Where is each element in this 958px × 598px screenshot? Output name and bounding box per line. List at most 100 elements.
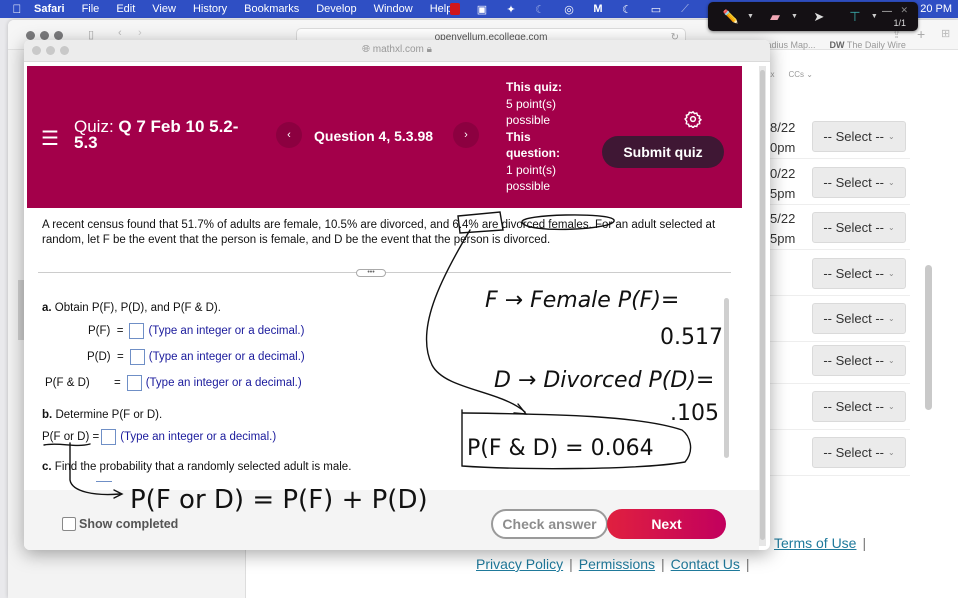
p-f-hint: (Type an integer or a decimal.): [148, 325, 305, 337]
minimize-icon[interactable]: —: [882, 6, 892, 17]
apple-menu-icon[interactable]: : [0, 2, 34, 16]
show-completed-checkbox[interactable]: [62, 517, 76, 531]
window-scrollbar[interactable]: [759, 66, 766, 546]
assignment-row: 8/22 0pm -- Select -- ⌄: [770, 114, 910, 159]
row-date: 5/22 5pm: [770, 211, 796, 246]
highlighter-dropdown-icon[interactable]: ▼: [871, 13, 878, 20]
assignment-row: -- Select -- ⌄: [770, 251, 910, 296]
menu-bookmarks[interactable]: Bookmarks: [244, 3, 299, 15]
privacy-policy-link[interactable]: Privacy Policy: [476, 556, 563, 572]
equals-sign: =: [117, 351, 124, 363]
part-c-text: Find the probability that a randomly sel…: [54, 461, 352, 473]
p-f-or-d-input[interactable]: [101, 429, 117, 445]
chevron-down-icon: ⌄: [887, 178, 895, 187]
p-d-hint: (Type an integer or a decimal.): [148, 351, 305, 363]
terms-of-use-link[interactable]: Terms of Use: [774, 535, 856, 551]
menu-develop[interactable]: Develop: [316, 3, 356, 15]
status-select[interactable]: -- Select -- ⌄: [812, 167, 906, 198]
zoom-window-button[interactable]: [54, 31, 63, 40]
p-f-row: P(F) = (Type an integer or a decimal.): [88, 323, 304, 339]
pencil-icon[interactable]: ✏️: [716, 7, 746, 27]
dropbox-icon[interactable]: ✦: [504, 3, 518, 16]
forward-icon[interactable]: ›: [138, 27, 142, 39]
status-tray: ▣ ✦ ☾ ◎ M ☾ ▭ ⟋ ᛒ: [450, 0, 721, 18]
part-a-label: a.: [42, 302, 52, 314]
assignment-row: 0/22 5pm -- Select -- ⌄: [770, 160, 910, 205]
part-b-label: b.: [42, 409, 53, 421]
divider-handle[interactable]: •••: [356, 269, 386, 277]
pencil-dropdown-icon[interactable]: ▼: [747, 13, 754, 20]
close-icon[interactable]: ✕: [900, 5, 908, 16]
p-f-and-d-hint: (Type an integer or a decimal.): [145, 377, 302, 389]
record-icon[interactable]: [450, 3, 460, 15]
close-window-button[interactable]: [26, 31, 35, 40]
eraser-icon[interactable]: ▰: [760, 7, 790, 27]
page-scrollbar[interactable]: [925, 265, 932, 410]
status-select[interactable]: -- Select -- ⌄: [812, 345, 906, 376]
creative-cloud-icon[interactable]: ◎: [562, 3, 576, 16]
p-f-or-d-hint: (Type an integer or a decimal.): [120, 431, 277, 443]
status-select[interactable]: -- Select -- ⌄: [812, 212, 906, 243]
back-icon[interactable]: ‹: [118, 27, 122, 39]
new-tab-icon[interactable]: +: [917, 26, 925, 42]
row-date: 0/22 5pm: [770, 166, 796, 201]
p-f-or-d-row: P(F or D) = (Type an integer or a decima…: [42, 429, 276, 445]
wifi-off-icon[interactable]: ⟋: [678, 3, 692, 15]
bookmark-badge: DW: [829, 40, 845, 50]
part-c-input-hint-line: [96, 481, 112, 482]
footer-links-top: Terms of Use |: [774, 535, 872, 551]
part-c-heading: c. Find the probability that a randomly …: [42, 461, 351, 473]
permissions-link[interactable]: Permissions: [579, 556, 655, 572]
menubar-clock[interactable]: 20 PM: [920, 3, 952, 15]
part-c-label: c.: [42, 461, 52, 473]
status-select[interactable]: -- Select -- ⌄: [812, 121, 906, 152]
zoom-icon[interactable]: ▣: [475, 3, 489, 16]
display-icon[interactable]: ▭: [649, 3, 663, 16]
chevron-down-icon: ⌄: [887, 132, 895, 141]
part-a-text: Obtain P(F), P(D), and P(F & D).: [54, 302, 221, 314]
part-a-heading: a. Obtain P(F), P(D), and P(F & D).: [42, 302, 221, 314]
menu-window[interactable]: Window: [374, 3, 413, 15]
select-label: -- Select --: [823, 399, 884, 414]
menu-file[interactable]: File: [82, 3, 100, 15]
malwarebytes-icon[interactable]: M: [591, 3, 605, 15]
highlighter-icon[interactable]: ⊤: [840, 7, 870, 27]
window-scrollbar-thumb[interactable]: [760, 70, 765, 540]
select-label: -- Select --: [823, 353, 884, 368]
menu-safari[interactable]: Safari: [34, 3, 65, 15]
menu-view[interactable]: View: [152, 3, 176, 15]
eraser-dropdown-icon[interactable]: ▼: [791, 13, 798, 20]
moon-crescent-icon[interactable]: ☾: [533, 3, 547, 16]
tab-overview-icon[interactable]: ⊞: [941, 27, 950, 40]
annotation-toolbar: ✏️ ▼ ▰ ▼ ➤ ⊤ ▼ — ✕ 1/1: [708, 2, 918, 31]
check-answer-button[interactable]: Check answer: [491, 509, 608, 539]
status-select[interactable]: -- Select -- ⌄: [812, 258, 906, 289]
question-scrollbar[interactable]: [724, 298, 729, 458]
quiz-window: 🌐︎ mathxl.com 🔒︎ ☰ Quiz: Q 7 Feb 10 5.2-…: [24, 40, 770, 550]
bookmark-daily-wire[interactable]: DW The Daily Wire: [830, 40, 906, 50]
subnav-ccs[interactable]: CCs ⌄: [788, 70, 813, 79]
page-counter: 1/1: [893, 18, 906, 28]
p-d-input[interactable]: [129, 349, 145, 365]
pointer-icon[interactable]: ➤: [804, 7, 834, 27]
menu-history[interactable]: History: [193, 3, 227, 15]
status-select[interactable]: -- Select -- ⌄: [812, 391, 906, 422]
row-date: 8/22 0pm: [770, 120, 796, 155]
assignment-row: 5/22 5pm -- Select -- ⌄: [770, 205, 910, 250]
menu-help[interactable]: Help: [430, 3, 453, 15]
p-f-and-d-input[interactable]: [126, 375, 142, 391]
next-button[interactable]: Next: [607, 509, 726, 539]
minimize-window-button[interactable]: [40, 31, 49, 40]
footer-links-bottom: Privacy Policy | Permissions | Contact Us |: [476, 556, 756, 572]
status-select[interactable]: -- Select -- ⌄: [812, 303, 906, 334]
p-f-input[interactable]: [129, 323, 145, 339]
show-completed-toggle[interactable]: Show completed: [62, 517, 178, 531]
equals-sign: =: [113, 377, 121, 389]
night-shift-icon[interactable]: ☾: [620, 3, 634, 16]
assignment-row: -- Select -- ⌄: [770, 339, 910, 384]
question-text: A recent census found that 51.7% of adul…: [42, 219, 716, 246]
status-select[interactable]: -- Select -- ⌄: [812, 437, 906, 468]
p-d-row: P(D) = (Type an integer or a decimal.): [87, 349, 305, 365]
contact-us-link[interactable]: Contact Us: [671, 556, 740, 572]
menu-edit[interactable]: Edit: [116, 3, 135, 15]
